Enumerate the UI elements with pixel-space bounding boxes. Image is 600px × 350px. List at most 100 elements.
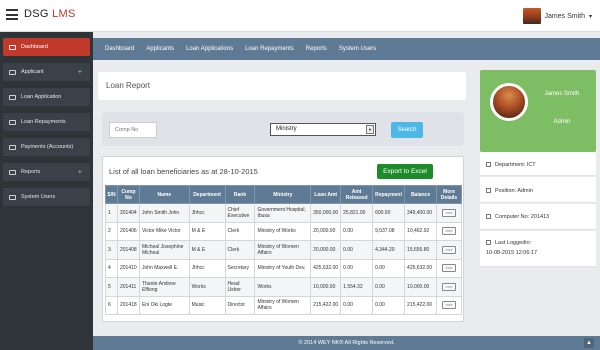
- cell-name: Thante Andrew Effiong: [138, 277, 190, 297]
- table-row: 4 201410 John Maxwell E. Jhhcc Secretary…: [105, 258, 462, 278]
- cell-repayment: 4,344.20: [372, 240, 406, 260]
- scroll-up-icon[interactable]: ▲: [584, 338, 594, 348]
- cell-more: >>>: [436, 277, 462, 297]
- column-header[interactable]: Loan Amt: [310, 185, 342, 204]
- cell-balance: 10,462.92: [404, 221, 438, 241]
- cell-more: >>>: [436, 240, 462, 260]
- monitor-icon: [9, 94, 16, 100]
- search-panel: Ministry ▾ Search: [102, 112, 464, 146]
- cell-ministry: Government Hospital, Ibusa: [254, 203, 312, 223]
- chevron-down-icon: ▾: [366, 125, 374, 134]
- cell-name: Eni Oki Logte: [138, 295, 190, 315]
- last-login-value: 10-08-2015 12:06:17: [486, 250, 538, 256]
- cell-loan-amt: 20,000.00: [310, 240, 342, 260]
- cell-comp-no: 201418: [116, 295, 140, 315]
- user-menu[interactable]: James Smith ▾: [522, 5, 592, 27]
- cell-amt-released: 1,554.32: [340, 277, 374, 297]
- expand-plus-icon: +: [77, 68, 82, 76]
- cell-sn: 3: [105, 240, 118, 260]
- cell-loan-amt: 425,632.00: [310, 258, 342, 278]
- column-header[interactable]: Ministry: [254, 185, 312, 204]
- cell-amt-released: 0.00: [340, 295, 374, 315]
- more-details-button[interactable]: >>>: [442, 208, 456, 217]
- monitor-icon: [9, 144, 16, 150]
- more-details-button[interactable]: >>>: [442, 227, 456, 236]
- more-details-button[interactable]: >>>: [442, 245, 456, 254]
- avatar: [522, 8, 541, 24]
- loan-table: S/N Comp No Name Department Rank Ministr…: [105, 185, 462, 315]
- more-details-button[interactable]: >>>: [442, 264, 456, 273]
- sidebar-item-label: Loan Repayments: [21, 119, 66, 125]
- column-header[interactable]: Department: [188, 185, 226, 204]
- page-title-panel: Loan Report: [98, 72, 466, 100]
- clock-icon: [486, 240, 491, 246]
- search-button[interactable]: Search: [391, 122, 423, 138]
- top-navbar: DSG LMS James Smith ▾: [0, 0, 600, 32]
- more-details-button[interactable]: >>>: [442, 282, 456, 291]
- sidebar-item-applicant[interactable]: Applicant +: [3, 63, 90, 81]
- column-header[interactable]: S/N: [105, 185, 118, 204]
- column-header: More Details: [436, 185, 462, 204]
- cell-name: Victor Mike Victor: [138, 221, 190, 241]
- cell-more: >>>: [436, 221, 462, 241]
- brand-logo[interactable]: DSG LMS: [24, 8, 76, 20]
- cell-ministry: Works: [254, 277, 312, 297]
- sidebar-item-reports[interactable]: Reports +: [3, 163, 90, 181]
- computer-icon: [486, 214, 491, 220]
- ministry-select-value: Ministry: [276, 126, 297, 132]
- brand-part-1: DSG: [24, 8, 49, 20]
- table-row: 1 201404 John Smith John Jhhcc Chief Exe…: [105, 203, 462, 223]
- column-header[interactable]: Amt Released: [340, 185, 374, 204]
- profile-last-login: Last Loggedin: 10-08-2015 12:06:17: [480, 231, 596, 267]
- cell-repayment: 0.00: [372, 277, 406, 297]
- sidebar-item-label: Payments (Accounts): [21, 144, 74, 150]
- cell-department: M & E: [188, 221, 226, 241]
- subnav-dashboard[interactable]: Dashboard: [105, 46, 134, 52]
- department-icon: [486, 162, 491, 168]
- cell-balance: 10,000.00: [404, 277, 438, 297]
- cell-name: John Maxwell E.: [138, 258, 190, 278]
- column-header[interactable]: Repayment: [372, 185, 406, 204]
- profile-avatar: [490, 83, 528, 121]
- cell-balance: 15,655.80: [404, 240, 438, 260]
- subnav-reports[interactable]: Reports: [306, 46, 327, 52]
- subnav-applicants[interactable]: Applicants: [146, 46, 174, 52]
- cell-comp-no: 201408: [116, 240, 140, 260]
- column-header[interactable]: Balance: [404, 185, 438, 204]
- export-excel-button[interactable]: Export to Excel: [377, 164, 433, 179]
- subnav-loan-repayments[interactable]: Loan Repayments: [245, 46, 294, 52]
- sidebar-item-loan-application[interactable]: Loan Application: [3, 88, 90, 106]
- cell-sn: 5: [105, 277, 118, 297]
- cell-department: Music: [188, 295, 226, 315]
- comp-no-input[interactable]: [109, 122, 157, 138]
- ministry-select[interactable]: Ministry ▾: [270, 123, 376, 136]
- more-details-button[interactable]: >>>: [442, 301, 456, 310]
- cell-rank: Clerk: [224, 240, 256, 260]
- column-header[interactable]: Rank: [224, 185, 256, 204]
- subnav-loan-applications[interactable]: Loan Applications: [186, 46, 233, 52]
- cell-loan-amt: 215,422.00: [310, 295, 342, 315]
- computer-no-text: Computer No: 201413: [495, 214, 550, 220]
- cell-loan-amt: 10,000.00: [310, 277, 342, 297]
- cell-department: M & E: [188, 240, 226, 260]
- position-icon: [486, 188, 491, 194]
- cell-balance: 425,632.00: [404, 258, 438, 278]
- sidebar-item-system-users[interactable]: System Users: [3, 188, 90, 206]
- sidebar-item-dashboard[interactable]: Dashboard: [3, 38, 90, 56]
- sidebar-item-payments[interactable]: Payments (Accounts): [3, 138, 90, 156]
- sidebar: Dashboard Applicant + Loan Application L…: [0, 32, 93, 350]
- sidebar-item-label: Loan Application: [21, 94, 62, 100]
- sidebar-item-loan-repayments[interactable]: Loan Repayments: [3, 113, 90, 131]
- cell-balance: 215,422.00: [404, 295, 438, 315]
- hamburger-menu-icon[interactable]: [6, 9, 18, 20]
- subnav-system-users[interactable]: System Users: [339, 46, 376, 52]
- cell-rank: Head Usher: [224, 277, 256, 297]
- cell-ministry: Ministry of Works: [254, 221, 312, 241]
- cell-repayment: 0.00: [372, 295, 406, 315]
- cell-ministry: Ministry of Women Affairs: [254, 240, 312, 260]
- page-title: Loan Report: [106, 81, 151, 90]
- column-header[interactable]: Comp No: [116, 185, 140, 204]
- column-header[interactable]: Name: [138, 185, 190, 204]
- cell-balance: 349,400.00: [404, 203, 438, 223]
- table-row: 3 201408 Micheal Josephine Micheal M & E…: [105, 240, 462, 260]
